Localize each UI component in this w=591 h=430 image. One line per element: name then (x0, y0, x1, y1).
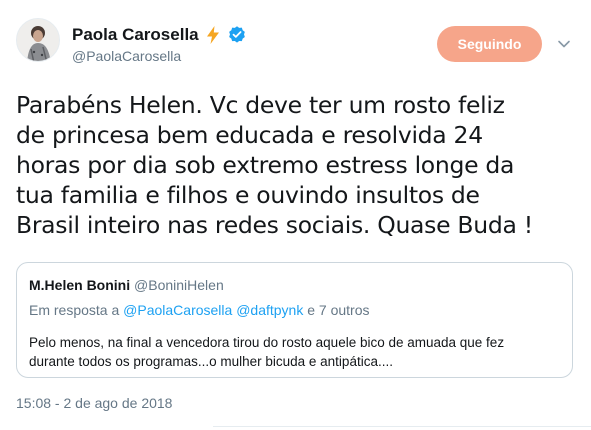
quoted-text-line: Pelo menos, na final a vencedora tirou d… (29, 335, 505, 350)
chevron-down-icon[interactable] (554, 34, 574, 54)
author-block: Paola Carosella @PaolaCarosella (72, 24, 247, 64)
tweet-header: Paola Carosella @PaolaCarosella Seguindo (16, 12, 581, 68)
tweet-text-line: horas por dia sob extremo estress longe … (16, 151, 515, 179)
tweet-text-line: tua familia e filhos e ouvindo insultos … (16, 181, 480, 209)
divider (213, 426, 591, 427)
following-button[interactable]: Seguindo (437, 26, 542, 62)
display-name-row: Paola Carosella (72, 24, 247, 46)
reply-suffix: e 7 outros (303, 302, 370, 318)
tweet-text: Parabéns Helen. Vc deve ter um rosto fel… (16, 90, 581, 240)
reply-context: Em resposta a @PaolaCarosella @daftpynk … (29, 302, 370, 318)
tweet-text-line: Parabéns Helen. Vc deve ter um rosto fel… (16, 91, 505, 119)
quoted-tweet-text: Pelo menos, na final a vencedora tirou d… (29, 333, 559, 371)
lightning-bolt-icon (206, 26, 219, 44)
tweet-text-line: de princesa bem educada e resolvida 24 (16, 121, 483, 149)
quoted-tweet-card[interactable]: M.Helen Bonini @BoniniHelen Em resposta … (16, 262, 573, 378)
tweet-text-line: Brasil inteiro nas redes sociais. Quase … (16, 211, 533, 239)
verified-badge-icon (228, 26, 245, 43)
quoted-tweet-header: M.Helen Bonini @BoniniHelen (29, 277, 224, 293)
avatar-photo-icon (17, 19, 59, 61)
display-name[interactable]: Paola Carosella (72, 25, 199, 45)
quoted-handle: @BoniniHelen (134, 277, 224, 293)
reply-mentions-link[interactable]: @PaolaCarosella @daftpynk (123, 302, 303, 318)
quoted-text-line: durante todos os programas...o mulher bi… (29, 354, 393, 369)
reply-prefix: Em resposta a (29, 302, 124, 318)
avatar[interactable] (16, 18, 60, 62)
tweet-timestamp[interactable]: 15:08 - 2 de ago de 2018 (16, 395, 172, 411)
author-handle[interactable]: @PaolaCarosella (72, 48, 247, 64)
quoted-display-name: M.Helen Bonini (29, 277, 131, 293)
